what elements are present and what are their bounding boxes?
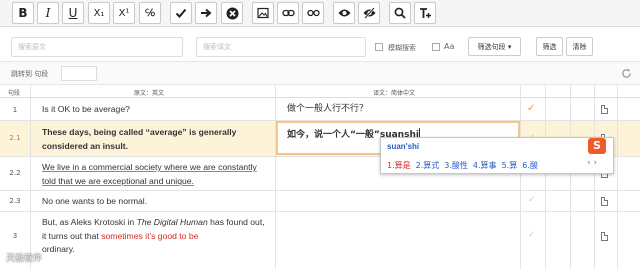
ime-candidate[interactable]: 1.算是 <box>387 161 411 170</box>
text-plus-icon <box>419 8 431 18</box>
ime-candidate-list: 1.算是 2.算式 3.酸性 4.算事 5.算 6.酸 <box>387 160 543 171</box>
clear-filter-button[interactable]: 清除 <box>566 37 593 56</box>
underline-button[interactable]: U <box>62 2 84 24</box>
ime-page-arrows-icon[interactable]: ‹ › <box>587 158 597 168</box>
fuzzy-search-checkbox[interactable] <box>375 43 383 51</box>
segment-index: 3 <box>12 232 18 240</box>
document-icon[interactable] <box>601 197 608 206</box>
ime-candidate[interactable]: 4.算事 <box>473 161 497 170</box>
subscript-button[interactable]: X₁ <box>88 2 110 24</box>
confirmed-check-icon[interactable]: ✓ <box>527 103 535 114</box>
grid-line <box>570 85 571 269</box>
source-text: These days, being called “average” is ge… <box>42 127 237 151</box>
eye-slash-icon <box>363 7 375 19</box>
jump-row: 跳转到 句段 <box>0 62 640 85</box>
bold-button[interactable]: B <box>12 2 34 24</box>
unlink-icon <box>306 9 320 17</box>
target-search-input[interactable]: 搜索译文 <box>196 37 366 57</box>
segment-row[interactable]: 2.3 No one wants to be normal. ✓ <box>0 191 640 212</box>
insert-image-button[interactable] <box>252 2 274 24</box>
ime-candidate[interactable]: 3.酸性 <box>444 161 468 170</box>
grid-line <box>617 85 618 269</box>
case-sensitive-checkbox[interactable] <box>432 43 440 51</box>
confirm-button[interactable] <box>170 2 192 24</box>
segment-index: 2.1 <box>9 134 21 142</box>
source-search-input[interactable]: 搜索原文 <box>11 37 183 57</box>
italic-button[interactable]: I <box>37 2 59 24</box>
grid-line <box>275 85 276 269</box>
unlink-button[interactable] <box>302 2 324 24</box>
ime-candidate-window[interactable]: suan'shi S 1.算是 2.算式 3.酸性 4.算事 5.算 6.酸 ‹ › <box>380 137 614 174</box>
grid-line <box>520 85 521 269</box>
ime-candidate[interactable]: 2.算式 <box>416 161 440 170</box>
ime-composition: suan'shi <box>387 142 420 151</box>
filter-segments-dropdown[interactable]: 筛选句段 ▾ <box>468 37 521 56</box>
segment-index: 2.3 <box>9 197 21 205</box>
fuzzy-search-label: 模糊搜索 <box>388 44 416 52</box>
image-icon <box>257 7 269 19</box>
document-icon[interactable] <box>601 105 608 114</box>
grid-header: 句段 原文：英文 译文：简体中文 <box>0 85 640 98</box>
eye-icon <box>338 9 350 17</box>
source-text: No one wants to be normal. <box>42 196 148 206</box>
jump-to-segment-input[interactable] <box>61 66 97 81</box>
segment-index: 2.2 <box>9 169 21 177</box>
search-icon <box>394 7 406 19</box>
segment-row[interactable]: 1 Is it OK to be average? 做个一般人行不行？ ✓ <box>0 98 640 121</box>
confirm-check-icon[interactable]: ✓ <box>528 195 536 205</box>
ime-candidate[interactable]: 5.算 <box>502 161 518 170</box>
document-icon[interactable] <box>601 232 608 241</box>
filter-bar: 搜索原文 搜索译文 模糊搜索 Aa 筛选句段 ▾ 筛选 清除 <box>0 27 640 62</box>
source-text: Is it OK to be average? <box>42 104 130 114</box>
segment-row[interactable]: 3 But, as Aleks Krotoski in The Digital … <box>0 212 640 269</box>
segment-index: 1 <box>12 106 18 114</box>
sogou-logo-icon: S <box>588 138 606 154</box>
link-button[interactable] <box>277 2 299 24</box>
case-sensitive-label: Aa <box>444 42 455 51</box>
grid-line <box>594 85 595 269</box>
link-icon <box>281 9 295 17</box>
special-chars-button[interactable]: ℅ <box>139 2 161 24</box>
clear-segment-button[interactable] <box>221 2 243 24</box>
source-text: We live in a commercial society where we… <box>42 162 257 186</box>
arrow-right-icon <box>201 8 212 18</box>
show-tags-button[interactable] <box>333 2 355 24</box>
next-segment-button[interactable] <box>195 2 217 24</box>
hide-tags-button[interactable] <box>358 2 380 24</box>
refresh-icon[interactable] <box>621 68 632 79</box>
search-button[interactable] <box>389 2 411 24</box>
target-text: 如今，说一个人“一般” <box>287 130 380 140</box>
index-column-header: 句段 <box>8 90 21 97</box>
editor-toolbar: B I U X₁ X¹ ℅ <box>0 0 640 27</box>
close-circle-icon <box>226 7 238 19</box>
watermark: 天极软件 <box>6 254 43 264</box>
check-icon <box>175 8 187 18</box>
grid-line <box>30 85 31 269</box>
grid-line <box>545 85 546 269</box>
target-text[interactable]: 做个一般人行不行？ <box>287 103 515 116</box>
confirm-check-icon[interactable]: ✓ <box>528 230 536 240</box>
superscript-button[interactable]: X¹ <box>113 2 135 24</box>
add-term-button[interactable] <box>414 2 436 24</box>
target-column-header: 译文：简体中文 <box>373 90 416 97</box>
filter-button[interactable]: 筛选 <box>536 37 563 56</box>
source-column-header: 原文：英文 <box>134 90 165 97</box>
source-text: But, as Aleks Krotoski in The Digital Hu… <box>42 217 265 254</box>
jump-to-segment-label: 跳转到 句段 <box>11 70 49 78</box>
ime-candidate[interactable]: 6.酸 <box>522 161 538 170</box>
